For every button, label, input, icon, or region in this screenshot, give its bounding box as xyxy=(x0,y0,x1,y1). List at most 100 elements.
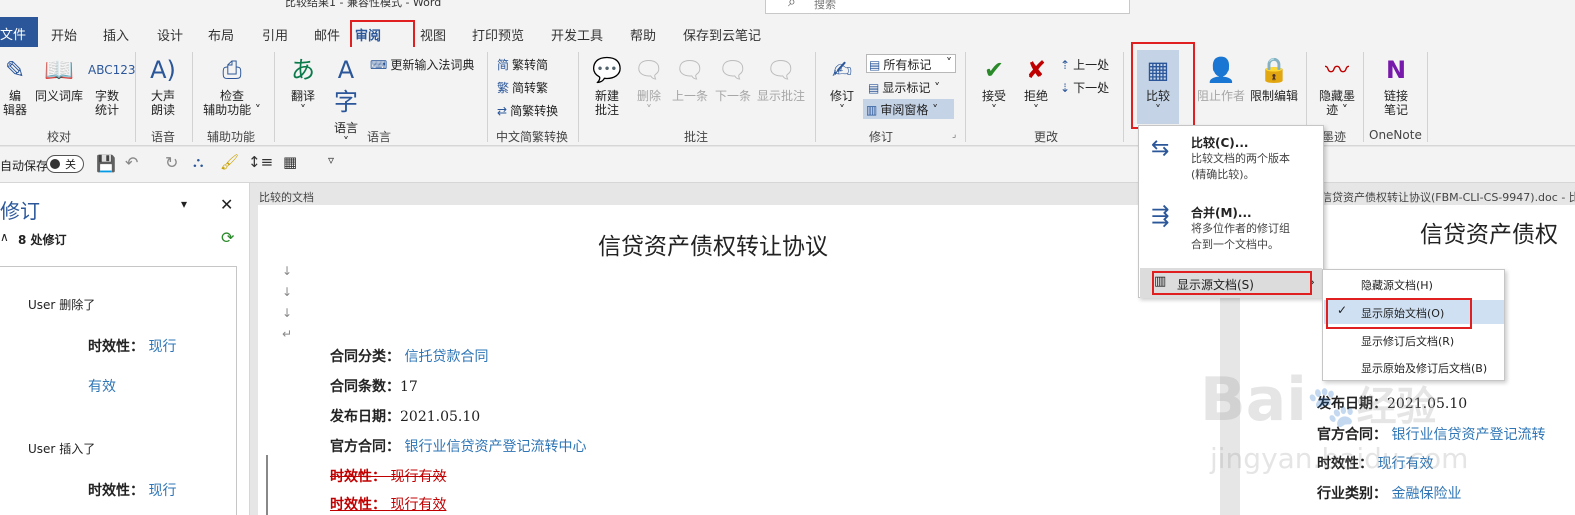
combine-menu-title: 合并(M)... xyxy=(1191,206,1252,220)
word-count-icon: ABC123 xyxy=(88,63,136,77)
delete-comment-button[interactable]: 🗨 删除 ˅ xyxy=(632,54,666,117)
collapse-icon[interactable]: ∧ xyxy=(0,230,9,244)
customize-qat-icon[interactable]: ▿ xyxy=(328,153,334,167)
tab-insert[interactable]: 插入 xyxy=(103,25,129,44)
previous-change-label: 上一处 xyxy=(1073,58,1110,72)
revisions-pane-title: 修订 xyxy=(0,199,40,223)
search-box[interactable]: ⌕ 搜索 xyxy=(765,0,1130,14)
tab-file[interactable]: 文件 xyxy=(0,17,38,47)
line-spacing-icon[interactable]: ↕≡ xyxy=(248,153,273,171)
field-label: 官方合同： xyxy=(330,439,400,455)
tab-design[interactable]: 设计 xyxy=(157,25,183,44)
tab-help[interactable]: 帮助 xyxy=(630,25,656,44)
thesaurus-button[interactable]: 📖 同义词库 xyxy=(33,54,85,103)
field-label: 合同条数： xyxy=(330,379,400,395)
doc-field-row: 发布日期：2021.05.10 xyxy=(330,406,480,426)
word-count-label-1: 字数 xyxy=(94,89,119,103)
pane-options-icon[interactable]: ▾ xyxy=(181,197,187,211)
field-label: 发布日期： xyxy=(330,409,400,425)
group-speech: 语音 xyxy=(151,130,176,144)
combine-menu-item[interactable]: ⇶ 合并(M)... 将多位作者的修订组 合到一个文档中。 xyxy=(1141,198,1322,254)
field-value: 金融保险业 xyxy=(1391,486,1462,502)
previous-comment-button[interactable]: 🗨 上一条 xyxy=(670,54,710,103)
combine-docs-icon: ⇶ xyxy=(1151,204,1170,229)
group-language: 语言 xyxy=(367,130,392,144)
block-authors-button[interactable]: 👤 阻止作者 xyxy=(1196,54,1246,103)
autosave-toggle[interactable]: 关 xyxy=(46,155,84,173)
previous-change-button[interactable]: ⇡ 上一处 xyxy=(1060,56,1109,73)
reviewing-pane-button[interactable]: ▥ 审阅窗格 ˅ xyxy=(863,99,954,119)
editor-button[interactable]: ✎ 编 辑器 xyxy=(0,54,30,117)
combine-menu-desc: 合到一个文档中。 xyxy=(1191,238,1279,251)
compare-button[interactable]: ▦ 比较 ˅ xyxy=(1137,50,1179,124)
show-source-documents-item[interactable]: ▥ 显示源文档(S) › xyxy=(1140,268,1322,298)
tab-view[interactable]: 视图 xyxy=(420,25,446,44)
tab-references[interactable]: 引用 xyxy=(262,25,288,44)
update-ime-dictionary-button[interactable]: ⌨ 更新输入法词典 xyxy=(370,56,474,73)
show-original-item[interactable]: ✓ 显示原始文档(O) xyxy=(1324,300,1504,324)
word-count-button[interactable]: ABC123 字数 统计 xyxy=(88,54,136,117)
show-revised-item[interactable]: 显示修订后文档(R) xyxy=(1361,333,1454,349)
reject-icon: ✘ xyxy=(1025,56,1047,84)
hide-ink-icon: 〰 xyxy=(1325,56,1349,84)
undo-icon[interactable]: ↶ xyxy=(125,153,138,172)
field-label: 合同分类： xyxy=(330,349,400,365)
revision-field-value: 现行 xyxy=(148,339,177,355)
checkmark-icon: ✓ xyxy=(1337,303,1348,317)
language-label: 语言 xyxy=(333,121,358,135)
deleted-text: 时效性： 现行有效 xyxy=(330,466,446,486)
accessibility-check-icon: ⎙ xyxy=(222,56,242,84)
thesaurus-label: 同义词库 xyxy=(34,89,83,103)
save-icon[interactable]: 💾 xyxy=(96,154,116,173)
show-markup-button[interactable]: ▤ 显示标记 ˅ xyxy=(868,79,940,96)
compare-label: 比较 xyxy=(1145,89,1170,103)
language-icon: A字 xyxy=(334,56,358,116)
tab-save-to-cloud-note[interactable]: 保存到云笔记 xyxy=(683,25,761,44)
linked-notes-button[interactable]: N 链接 笔记 xyxy=(1373,54,1419,117)
traditional-to-simplified-button[interactable]: 简繁转简 xyxy=(497,56,548,73)
tab-layout[interactable]: 布局 xyxy=(208,25,234,44)
chevron-down-icon: ˅ xyxy=(946,56,952,70)
restrict-editing-button[interactable]: 🔒 限制编辑 xyxy=(1248,54,1300,103)
doc-field-row: 官方合同： 银行业信贷资产登记流转中心 xyxy=(330,436,586,456)
deleted-value: 现行有效 xyxy=(390,469,447,485)
track-changes-icon: ✍ xyxy=(831,56,853,84)
markup-select[interactable]: ▤ 所有标记 ˅ xyxy=(866,54,956,73)
search-icon: ⌕ xyxy=(788,0,796,10)
translate-button[interactable]: あ 翻译 ˅ xyxy=(283,54,323,117)
revision-author: User xyxy=(28,298,56,312)
tab-mailings[interactable]: 邮件 xyxy=(314,25,340,44)
format-painter-icon[interactable]: 🖌 xyxy=(220,153,239,171)
watermark-text: Bai xyxy=(1200,365,1307,435)
tab-home[interactable]: 开始 xyxy=(51,25,77,44)
language-button[interactable]: A字 语言 ˅ xyxy=(326,54,366,149)
hide-ink-button[interactable]: 〰 隐藏墨 迹 ˅ xyxy=(1314,54,1360,117)
accept-button[interactable]: ✔ 接受 ˅ xyxy=(975,54,1013,117)
compare-menu-item[interactable]: ⇆ 比较(C)... 比较文档的两个版本 (精确比较)。 xyxy=(1141,132,1322,188)
read-aloud-button[interactable]: A) 大声 朗读 xyxy=(142,54,184,117)
simplified-to-traditional-button[interactable]: 繁简转繁 xyxy=(497,79,548,96)
tab-print-preview[interactable]: 打印预览 xyxy=(472,25,524,44)
close-icon[interactable]: ✕ xyxy=(220,195,233,214)
org-chart-icon[interactable]: ⛬ xyxy=(193,153,204,171)
next-change-button[interactable]: ⇣ 下一处 xyxy=(1060,79,1109,96)
show-comments-button[interactable]: 🗨 显示批注 xyxy=(755,54,807,103)
reject-button[interactable]: ✘ 拒绝 ˅ xyxy=(1017,54,1055,117)
linked-notes-label-1: 链接 xyxy=(1383,89,1408,103)
track-changes-button[interactable]: ✍ 修订 ˅ xyxy=(823,54,861,117)
hide-ink-label-1: 隐藏墨 xyxy=(1318,89,1355,103)
revision-field-label: 时效性： xyxy=(88,483,144,499)
next-comment-button[interactable]: 🗨 下一条 xyxy=(713,54,753,103)
chinese-conversion-button[interactable]: ⇄ 简繁转换 xyxy=(497,102,558,119)
compared-document-page[interactable]: 信贷资产债权转让协议 ↓ ↓ ↓ ↵ 合同分类： 信托贷款合同 合同条数：17 发布日… xyxy=(258,205,1220,515)
table-icon[interactable]: ▦ xyxy=(283,153,297,171)
refresh-icon[interactable]: ⟳ xyxy=(221,228,234,247)
tab-developer[interactable]: 开发工具 xyxy=(551,25,603,44)
hide-source-docs-item[interactable]: 隐藏源文档(H) xyxy=(1361,277,1433,293)
new-comment-button[interactable]: 💬 新建 批注 xyxy=(586,54,628,117)
dialog-launcher-icon[interactable]: ⌟ xyxy=(952,130,956,140)
read-aloud-icon: A) xyxy=(150,56,176,84)
revision-action: 插入了 xyxy=(59,442,96,456)
check-accessibility-button[interactable]: ⎙ 检查 辅助功能 ˅ xyxy=(198,54,266,117)
redo-icon[interactable]: ↻ xyxy=(165,153,178,172)
